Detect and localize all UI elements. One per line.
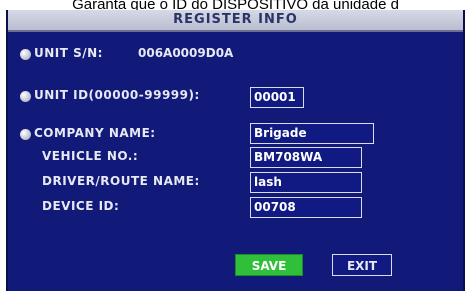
company-name-field[interactable]: Brigade xyxy=(250,123,374,144)
bullet-icon xyxy=(20,49,31,60)
title-bar: REGISTER INFO xyxy=(8,10,463,32)
vehicle-no-label: VEHICLE NO.: xyxy=(42,149,139,163)
driver-route-label: DRIVER/ROUTE NAME: xyxy=(42,174,200,188)
driver-route-field[interactable]: lash xyxy=(250,172,362,193)
bullet-icon xyxy=(20,91,31,102)
unit-sn-label: UNIT S/N: xyxy=(34,46,103,60)
device-id-field[interactable]: 00708 xyxy=(250,197,362,218)
device-id-label: DEVICE ID: xyxy=(42,199,120,213)
save-button[interactable]: SAVE xyxy=(235,254,303,276)
unit-id-field[interactable]: 00001 xyxy=(250,87,304,108)
window-title: REGISTER INFO xyxy=(173,12,298,27)
unit-sn-value: 006A0009D0A xyxy=(138,46,234,60)
bullet-icon xyxy=(20,129,31,140)
page: Garanta que o ID do DISPOSITIVO da unida… xyxy=(0,0,471,291)
company-name-label: COMPANY NAME: xyxy=(34,126,156,140)
vehicle-no-field[interactable]: BM708WA xyxy=(250,147,362,168)
register-info-panel: REGISTER INFO UNIT S/N: 006A0009D0A UNIT… xyxy=(6,10,465,291)
unit-id-label: UNIT ID(00000-99999): xyxy=(34,88,200,102)
exit-button[interactable]: EXIT xyxy=(332,254,392,276)
